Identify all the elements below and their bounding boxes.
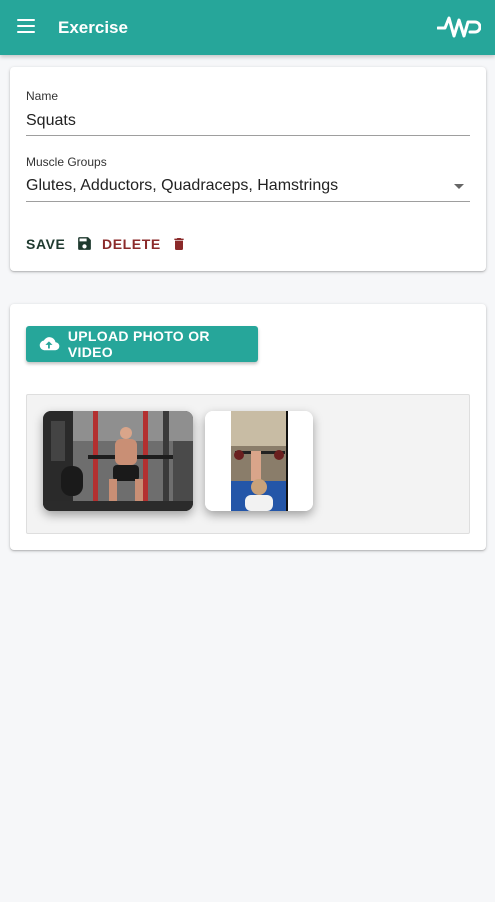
muscle-groups-select[interactable]: Glutes, Adductors, Quadraceps, Hamstring… [26,177,446,197]
photo-thumbnail[interactable] [43,411,193,511]
wp-logo-icon[interactable] [437,12,481,42]
exercise-form-card: Name Muscle Groups Glutes, Adductors, Qu… [10,67,486,271]
trash-icon [174,238,184,250]
video-thumbnail[interactable] [205,411,313,511]
app-bar: Exercise [0,0,495,55]
name-input[interactable] [26,111,470,131]
name-label: Name [26,89,59,103]
delete-label: DELETE [102,236,161,252]
floppy-disk-icon [77,237,91,250]
chevron-down-icon[interactable] [454,184,464,189]
delete-button[interactable]: DELETE [102,235,187,253]
media-card: UPLOAD PHOTO OR VIDEO [10,304,486,550]
save-label: SAVE [26,235,66,252]
save-button[interactable]: SAVE [26,235,93,252]
muscle-groups-underline [26,201,470,202]
name-underline [26,135,470,136]
cloud-upload-icon [39,337,60,351]
muscle-groups-label: Muscle Groups [26,155,107,169]
page-title: Exercise [58,18,128,37]
squat-photo-image [43,411,193,511]
media-gallery [26,394,470,534]
hamburger-menu-icon[interactable] [17,19,35,33]
upload-label: UPLOAD PHOTO OR VIDEO [67,328,210,360]
gym-video-image [205,411,313,511]
upload-photo-video-button[interactable]: UPLOAD PHOTO OR VIDEO [26,326,258,362]
